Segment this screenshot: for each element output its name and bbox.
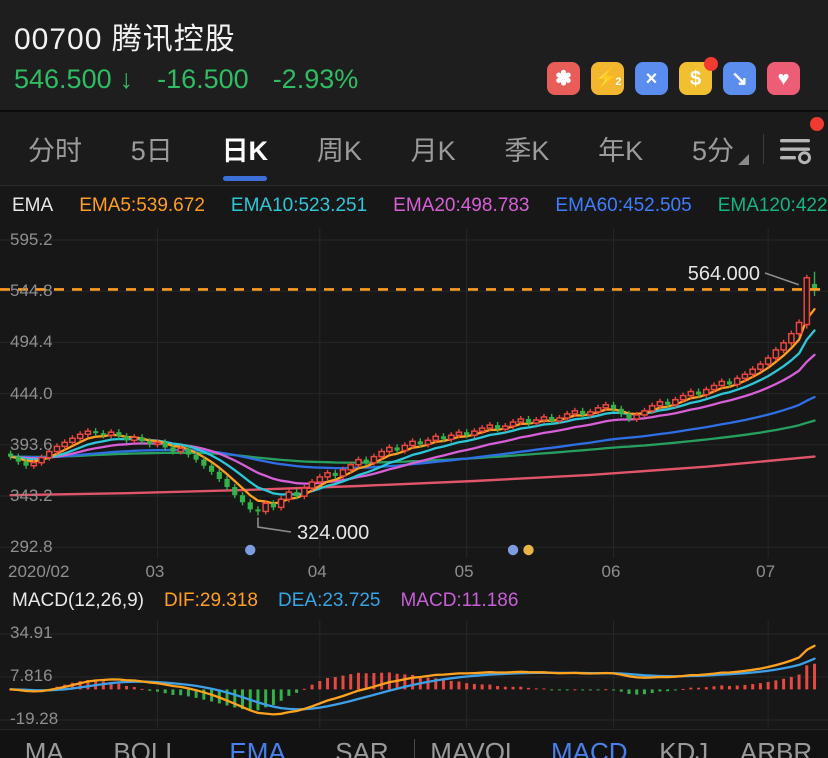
tabbar-divider: [763, 134, 764, 164]
y-axis-label-1: 544.8: [10, 281, 53, 301]
period-tabbar: 分时 5日 日K 周K 月K 季K 年K 5分: [0, 112, 828, 186]
favorite-heart-icon[interactable]: ♥: [767, 62, 800, 95]
svg-text:324.000: 324.000: [297, 522, 369, 544]
down-arrow-icon: ↓: [120, 64, 134, 95]
tab-年K[interactable]: 年K: [598, 129, 643, 168]
bottom-tab-SAR[interactable]: SAR: [335, 737, 388, 758]
x-axis-label-3: 05: [455, 562, 474, 582]
bottom-tab-EMA[interactable]: EMA: [229, 737, 285, 758]
macd-y-label-2: -19.28: [10, 709, 58, 729]
tab-5日[interactable]: 5日: [131, 129, 173, 168]
macd-label: MACD(12,26,9): [12, 590, 144, 612]
tab-日K[interactable]: 日K: [222, 129, 269, 168]
price-row: 546.500 ↓ -16.500 -2.93%: [14, 64, 358, 95]
header: 00700 腾讯控股 546.500 ↓ -16.500 -2.93% ✽ ⚡2 ×…: [0, 0, 828, 112]
indicator-selector-bar: MA BOLL EMA SAR MAVOL MACD KDJ ARBR: [0, 729, 828, 758]
tab-季K[interactable]: 季K: [504, 129, 549, 168]
indicator-settings-button[interactable]: [774, 132, 828, 166]
y-axis-label-3: 444.0: [10, 384, 53, 404]
svg-text:564.000: 564.000: [688, 263, 760, 285]
sub-indicator-group: MAVOL MACD KDJ ARBR: [415, 730, 828, 758]
macd-chart[interactable]: [0, 620, 828, 728]
stock-app: 00700 腾讯控股 546.500 ↓ -16.500 -2.93% ✽ ⚡2 ×…: [0, 0, 828, 758]
x-axis-label-5: 07: [756, 562, 775, 582]
tab-分时[interactable]: 分时: [28, 129, 82, 168]
bottom-tab-ARBR[interactable]: ARBR: [740, 737, 812, 758]
hk-flag-icon[interactable]: ✽: [547, 62, 580, 95]
candlestick-chart[interactable]: 564.000 324.000: [0, 228, 828, 558]
ema-value-row: EMA EMA5:539.672 EMA10:523.251 EMA20:498.7…: [12, 195, 828, 217]
level2-lightning-icon[interactable]: ⚡2: [591, 62, 624, 95]
notification-dot: [810, 117, 824, 131]
price-change: -16.500: [157, 64, 249, 95]
x-axis-label-2: 04: [308, 562, 327, 582]
trend-arrow-icon[interactable]: ↘: [723, 62, 756, 95]
tab-5分[interactable]: 5分: [692, 129, 749, 168]
x-axis-label-0: 2020/02: [8, 562, 69, 582]
overlay-indicator-group: MA BOLL EMA SAR: [0, 730, 414, 758]
tab-list: 分时 5日 日K 周K 月K 季K 年K 5分: [0, 129, 759, 168]
settings-lines-icon: [776, 132, 814, 166]
y-axis-label-4: 393.6: [10, 435, 53, 455]
active-tab-underline: [223, 176, 267, 181]
ema-value-1: EMA10:523.251: [231, 195, 367, 217]
y-axis-label-2: 494.4: [10, 332, 53, 352]
y-axis-label-6: 292.8: [10, 537, 53, 557]
badge-dot: [704, 57, 718, 71]
ema-value-3: EMA60:452.505: [555, 195, 691, 217]
bottom-tab-KDJ[interactable]: KDJ: [659, 737, 708, 758]
ema-value-2: EMA20:498.783: [393, 195, 529, 217]
x-axis-label-4: 06: [602, 562, 621, 582]
ema-label: EMA: [12, 195, 53, 217]
bottom-tab-BOLL[interactable]: BOLL: [113, 737, 180, 758]
x-axis-label-1: 03: [145, 562, 164, 582]
toolbar-icons: ✽ ⚡2 × $ ↘ ♥: [547, 62, 800, 95]
ema-value-0: EMA5:539.672: [79, 195, 205, 217]
macd-value-0: DIF:29.318: [164, 590, 258, 612]
bottom-tab-MAVOL[interactable]: MAVOL: [430, 737, 519, 758]
macd-value-row: MACD(12,26,9) DIF:29.318 DEA:23.725 MACD:1…: [12, 590, 518, 612]
compare-x-icon[interactable]: ×: [635, 62, 668, 95]
bottom-tab-MA[interactable]: MA: [25, 737, 64, 758]
price-change-pct: -2.93%: [273, 64, 359, 95]
macd-value-2: MACD:11.186: [400, 590, 518, 612]
last-price: 546.500: [14, 64, 112, 95]
macd-y-label-1: 7.816: [10, 666, 53, 686]
x-axis: [0, 560, 828, 584]
tab-周K[interactable]: 周K: [317, 129, 362, 168]
tab-月K[interactable]: 月K: [411, 129, 456, 168]
y-axis-label-5: 343.2: [10, 486, 53, 506]
macd-y-label-0: 34.91: [10, 623, 53, 643]
dropdown-triangle-icon: [738, 154, 749, 165]
bottom-tab-MACD[interactable]: MACD: [551, 737, 628, 758]
ema-value-4: EMA120:422.554: [718, 195, 828, 217]
money-dollar-icon[interactable]: $: [679, 62, 712, 95]
y-axis-label-0: 595.2: [10, 230, 53, 250]
stock-title: 00700 腾讯控股: [14, 14, 236, 58]
macd-value-1: DEA:23.725: [278, 590, 380, 612]
